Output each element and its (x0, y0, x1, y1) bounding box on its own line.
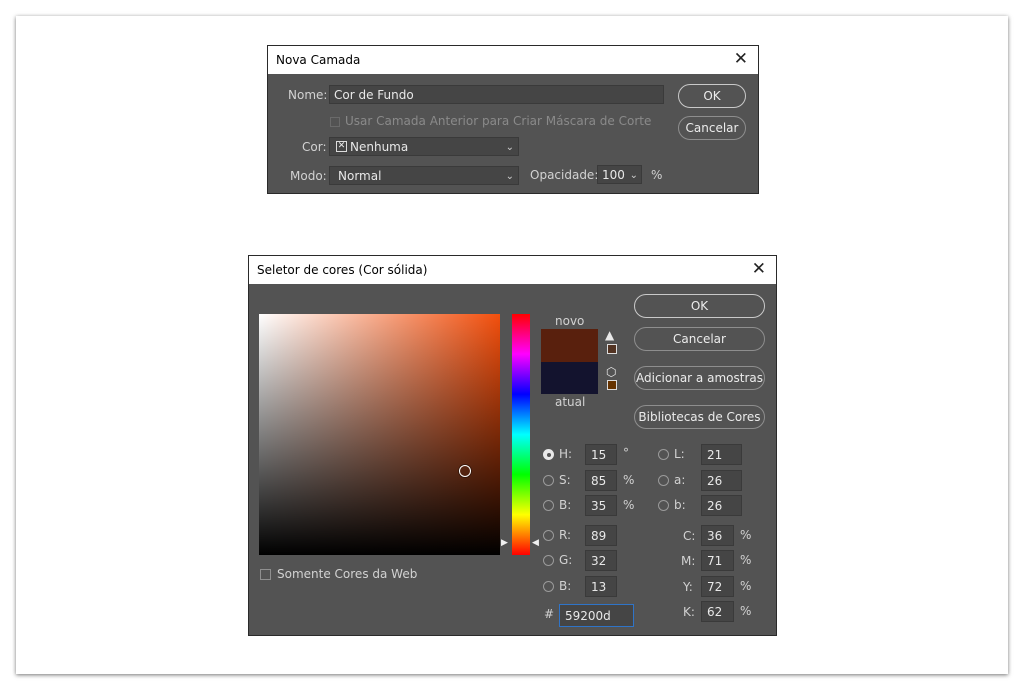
brightness-input[interactable]: 35 (585, 495, 617, 516)
name-input[interactable]: Cor de Fundo (329, 85, 664, 104)
hue-slider-left-arrow[interactable]: ▶ (501, 538, 508, 548)
magenta-unit: % (740, 553, 752, 567)
new-label: novo (555, 314, 585, 328)
green-label: G: (559, 553, 573, 567)
lab-b-label: b: (674, 498, 686, 512)
add-to-swatches-button[interactable]: Adicionar a amostras (634, 366, 765, 390)
ok-button[interactable]: OK (634, 294, 765, 318)
chevron-down-icon: ⌄ (505, 171, 514, 182)
current-label: atual (555, 395, 586, 409)
color-picker-title: Seletor de cores (Cor sólida) (257, 263, 428, 277)
red-label: R: (559, 528, 572, 542)
opacity-label: Opacidade: (530, 168, 599, 182)
brightness-label: B: (559, 498, 572, 512)
close-icon[interactable]: ✕ (752, 259, 766, 279)
radio-lightness[interactable] (658, 449, 669, 460)
opacity-value: 100 (602, 168, 625, 182)
no-color-icon: ✕ (336, 141, 347, 152)
magenta-input[interactable]: 71 (701, 550, 734, 571)
radio-brightness[interactable] (543, 500, 554, 511)
color-field-marker[interactable] (459, 465, 471, 477)
web-safe-swatch[interactable] (607, 380, 617, 390)
yellow-label: Y: (683, 580, 693, 594)
chevron-down-icon: ⌄ (505, 142, 514, 153)
current-color-swatch[interactable] (541, 362, 598, 394)
color-field[interactable] (259, 314, 500, 555)
lab-b-input[interactable]: 26 (701, 495, 742, 516)
color-picker-titlebar: Seletor de cores (Cor sólida) ✕ (249, 256, 776, 284)
saturation-input[interactable]: 85 (585, 470, 617, 491)
web-only-label: Somente Cores da Web (277, 567, 418, 581)
clip-mask-checkbox[interactable] (330, 117, 340, 127)
gamut-swatch[interactable] (607, 344, 617, 354)
color-select-value: Nenhuma (350, 140, 409, 154)
web-only-checkbox[interactable] (260, 569, 271, 580)
lightness-input[interactable]: 21 (701, 444, 742, 465)
color-select[interactable]: ✕ Nenhuma ⌄ (329, 137, 519, 156)
red-input[interactable]: 89 (585, 525, 617, 546)
radio-hue[interactable] (543, 449, 554, 460)
radio-blue[interactable] (543, 581, 554, 592)
lightness-label: L: (674, 447, 685, 461)
hue-unit: ° (623, 446, 629, 460)
mode-label: Modo: (290, 169, 327, 183)
lab-a-input[interactable]: 26 (701, 470, 742, 491)
hue-input[interactable]: 15 (585, 444, 617, 465)
blue-label: B: (559, 579, 572, 593)
mode-select-value: Normal (338, 169, 382, 183)
hue-slider[interactable] (512, 314, 530, 555)
color-picker-dialog: Seletor de cores (Cor sólida) ✕ ▶ ◀ Some… (248, 255, 777, 636)
black-input[interactable]: 62 (701, 601, 734, 622)
cancel-button[interactable]: Cancelar (678, 116, 746, 140)
lab-a-label: a: (674, 473, 686, 487)
yellow-input[interactable]: 72 (701, 576, 734, 597)
mode-select[interactable]: Normal ⌄ (329, 166, 519, 185)
new-layer-titlebar: Nova Camada ✕ (268, 46, 758, 74)
radio-red[interactable] (543, 530, 554, 541)
chevron-down-icon[interactable]: ⌄ (630, 166, 638, 185)
new-layer-title: Nova Camada (276, 53, 361, 67)
hex-label: # (544, 607, 555, 621)
green-input[interactable]: 32 (585, 550, 617, 571)
new-color-swatch (541, 329, 598, 362)
radio-lab-a[interactable] (658, 475, 669, 486)
radio-saturation[interactable] (543, 475, 554, 486)
close-icon[interactable]: ✕ (734, 49, 748, 69)
black-unit: % (740, 604, 752, 618)
magenta-label: M: (681, 554, 696, 568)
color-libraries-button[interactable]: Bibliotecas de Cores (634, 405, 765, 429)
color-label: Cor: (302, 140, 327, 154)
saturation-unit: % (623, 473, 635, 487)
yellow-unit: % (740, 579, 752, 593)
radio-green[interactable] (543, 555, 554, 566)
ok-button[interactable]: OK (678, 84, 746, 108)
cyan-unit: % (740, 528, 752, 542)
new-layer-dialog: Nova Camada ✕ Nome: Cor de Fundo Usar Ca… (267, 45, 759, 194)
black-label: K: (683, 605, 695, 619)
opacity-input[interactable]: 100 ⌄ (597, 165, 642, 184)
hue-slider-right-arrow[interactable]: ◀ (532, 538, 539, 548)
web-safe-cube-icon[interactable]: ⬡ (606, 365, 616, 379)
hue-label: H: (559, 447, 573, 461)
cyan-label: C: (683, 529, 696, 543)
clip-mask-label: Usar Camada Anterior para Criar Máscara … (345, 114, 652, 128)
gamut-warning-icon[interactable]: ▲ (605, 328, 614, 342)
radio-lab-b[interactable] (658, 500, 669, 511)
brightness-unit: % (623, 498, 635, 512)
blue-input[interactable]: 13 (585, 576, 617, 597)
color-field-shade (259, 314, 500, 555)
name-label: Nome: (288, 88, 328, 102)
hex-input[interactable]: 59200d (559, 604, 634, 627)
opacity-unit: % (651, 168, 663, 182)
saturation-label: S: (559, 473, 571, 487)
cyan-input[interactable]: 36 (701, 525, 734, 546)
cancel-button[interactable]: Cancelar (634, 327, 765, 351)
